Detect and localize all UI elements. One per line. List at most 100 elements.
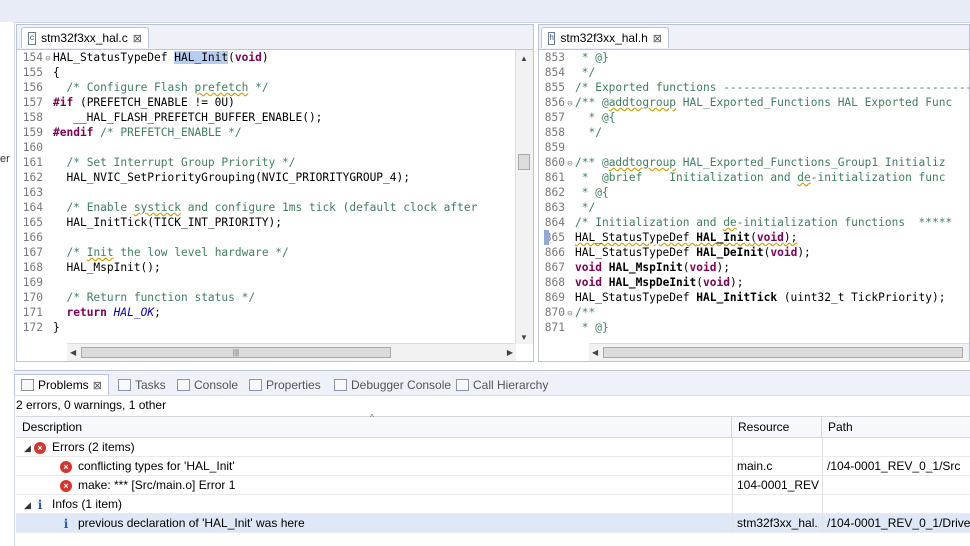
tab-console[interactable]: Console [177, 374, 238, 395]
code-line[interactable]: 158 __HAL_FLASH_PREFETCH_BUFFER_ENABLE()… [17, 110, 533, 125]
code-line[interactable]: 853 * @} [539, 50, 969, 65]
tab-stm32f3xx-hal-h[interactable]: h stm32f3xx_hal.h ⊠ [541, 27, 669, 48]
close-icon[interactable]: ⊠ [93, 379, 102, 392]
code-line[interactable]: 159 #endif /* PREFETCH_ENABLE */ [17, 125, 533, 140]
tab-properties[interactable]: Properties [249, 374, 321, 395]
code-line[interactable]: 156 /* Configure Flash prefetch */ [17, 80, 533, 95]
table-row[interactable]: × make: *** [Src/main.o] Error 1 104-0001_… [16, 476, 970, 495]
scroll-right-arrow-icon[interactable]: ▶ [507, 348, 513, 357]
scroll-thumb[interactable]: ||| [81, 347, 391, 358]
line-number: 165 [22, 216, 43, 229]
code-line[interactable]: 867 void HAL_MspInit(void); [539, 260, 969, 275]
close-icon[interactable]: ⊠ [133, 32, 142, 45]
column-separator [822, 457, 823, 475]
column-description[interactable]: Description [16, 417, 732, 437]
table-row[interactable]: ◢ × Errors (2 items) [16, 438, 970, 457]
code-line[interactable]: 857 * @{ [539, 110, 969, 125]
code-line[interactable]: 166 [17, 230, 533, 245]
code-line[interactable]: 164 /* Enable systick and configure 1ms … [17, 200, 533, 215]
code-text: /* Set Interrupt Group Priority */ [66, 156, 296, 169]
code-line[interactable]: 168 HAL_MspInit(); [17, 260, 533, 275]
column-separator [732, 495, 733, 513]
problems-table-header: ^ Description Resource Path [16, 413, 970, 438]
code-line[interactable]: 160 [17, 140, 533, 155]
code-line[interactable]: 868 void HAL_MspDeInit(void); [539, 275, 969, 290]
code-line[interactable]: 163 [17, 185, 533, 200]
code-line[interactable]: 865 HAL_StatusTypeDef HAL_Init(void); [539, 230, 969, 245]
line-number: 169 [22, 276, 43, 289]
code-line[interactable]: 167 /* Init the low level hardware */ [17, 245, 533, 260]
right-horizontal-scrollbar[interactable]: ◀ [589, 343, 969, 361]
code-line[interactable]: 862 * @{ [539, 185, 969, 200]
code-line[interactable]: 869 HAL_StatusTypeDef HAL_InitTick (uint3… [539, 290, 969, 305]
properties-icon [249, 378, 262, 391]
left-vertical-scrollbar[interactable]: ▲ ▼ [515, 50, 533, 344]
problems-summary: 2 errors, 0 warnings, 1 other [16, 398, 167, 412]
occurrence-marker-icon [544, 230, 549, 245]
line-number: 862 [544, 186, 565, 199]
code-line[interactable]: 859 [539, 140, 969, 155]
code-line[interactable]: 165 HAL_InitTick(TICK_INT_PRIORITY); [17, 215, 533, 230]
line-number: 857 [544, 111, 565, 124]
problem-description: × make: *** [Src/main.o] Error 1 [60, 476, 724, 494]
line-number: 855 [544, 81, 565, 94]
code-line[interactable]: 171 return HAL_OK; [17, 305, 533, 320]
code-line[interactable]: 864 /* Initialization and de-initializati… [539, 215, 969, 230]
code-line[interactable]: 154 ⊖ HAL_StatusTypeDef HAL_Init(void) [17, 50, 533, 65]
scroll-left-arrow-icon[interactable]: ◀ [70, 348, 76, 357]
code-text: HAL_InitTick(TICK_INT_PRIORITY); [53, 216, 283, 229]
close-icon[interactable]: ⊠ [653, 32, 662, 45]
scroll-left-arrow-icon[interactable]: ◀ [592, 348, 598, 357]
tab-label: Debugger Console [351, 377, 452, 392]
problems-table: ^ Description Resource Path ◢ × Errors (2 … [16, 413, 970, 533]
scroll-up-arrow-icon[interactable]: ▲ [520, 54, 528, 63]
expand-toggle-icon[interactable]: ◢ [24, 439, 34, 456]
tab-stm32f3xx-hal-c[interactable]: c stm32f3xx_hal.c ⊠ [21, 27, 149, 48]
code-line[interactable]: 172} [17, 320, 533, 335]
code-line[interactable]: 856 ⊖/** @addtogroup HAL_Exported_Functio… [539, 95, 969, 110]
problem-path [827, 476, 970, 494]
tab-problems[interactable]: Problems ⊠ [14, 374, 109, 395]
line-number: 865 [544, 231, 565, 244]
tab-tasks[interactable]: Tasks [118, 374, 166, 395]
problem-description: ◢ × Errors (2 items) [24, 438, 724, 456]
code-line[interactable]: 855 /* Exported functions ---------------… [539, 80, 969, 95]
table-row[interactable]: ◢ i Infos (1 item) [16, 495, 970, 514]
code-line[interactable]: 863 */ [539, 200, 969, 215]
left-code-area[interactable]: 154 ⊖ HAL_StatusTypeDef HAL_Init(void) 155 {… [17, 50, 533, 335]
tab-call-hierarchy[interactable]: Call Hierarchy [456, 374, 548, 395]
code-line[interactable]: 157 #if (PREFETCH_ENABLE != 0U) [17, 95, 533, 110]
code-line[interactable]: 854 */ [539, 65, 969, 80]
left-horizontal-scrollbar[interactable]: ◀ ||| ▶ [67, 343, 516, 361]
code-line[interactable]: 161 /* Set Interrupt Group Priority */ [17, 155, 533, 170]
line-number: 157 [22, 96, 43, 109]
code-line[interactable]: 870 ⊖/** [539, 305, 969, 320]
tab-label: stm32f3xx_hal.h [560, 31, 648, 45]
code-line[interactable]: 858 */ [539, 125, 969, 140]
code-line[interactable]: 861 * @brief Initialization and de-initi… [539, 170, 969, 185]
column-resource[interactable]: Resource [732, 417, 822, 437]
scroll-thumb[interactable] [518, 154, 530, 170]
console-icon [177, 378, 190, 391]
scroll-thumb[interactable] [603, 347, 963, 358]
table-row[interactable]: i previous declaration of 'HAL_Init' was … [16, 514, 970, 533]
expand-toggle-icon[interactable]: ◢ [24, 496, 34, 513]
code-text: #endif /* PREFETCH_ENABLE */ [53, 126, 242, 139]
column-path[interactable]: Path [822, 417, 970, 437]
code-line[interactable]: 162 HAL_NVIC_SetPriorityGrouping(NVIC_PR… [17, 170, 533, 185]
code-line[interactable]: 169 [17, 275, 533, 290]
table-row[interactable]: × conflicting types for 'HAL_Init' main.c /… [16, 457, 970, 476]
code-line[interactable]: 866 HAL_StatusTypeDef HAL_DeInit(void); [539, 245, 969, 260]
right-code-area[interactable]: 853 * @} 854 */855/* Exported functions -… [539, 50, 969, 335]
tab-debugger-console[interactable]: Debugger Console [334, 374, 451, 395]
code-line[interactable]: 170 /* Return function status */ [17, 290, 533, 305]
code-line[interactable]: 871 * @} [539, 320, 969, 335]
column-separator [732, 457, 733, 475]
scroll-down-arrow-icon[interactable]: ▼ [520, 333, 528, 342]
code-text: */ [588, 126, 602, 139]
code-line[interactable]: 860 ⊖/** @addtogroup HAL_Exported_Functio… [539, 155, 969, 170]
code-text: * @{ [581, 186, 609, 199]
problem-resource: stm32f3xx_hal... [737, 516, 819, 530]
code-line[interactable]: 155 { [17, 65, 533, 80]
tab-label: Tasks [135, 377, 166, 392]
